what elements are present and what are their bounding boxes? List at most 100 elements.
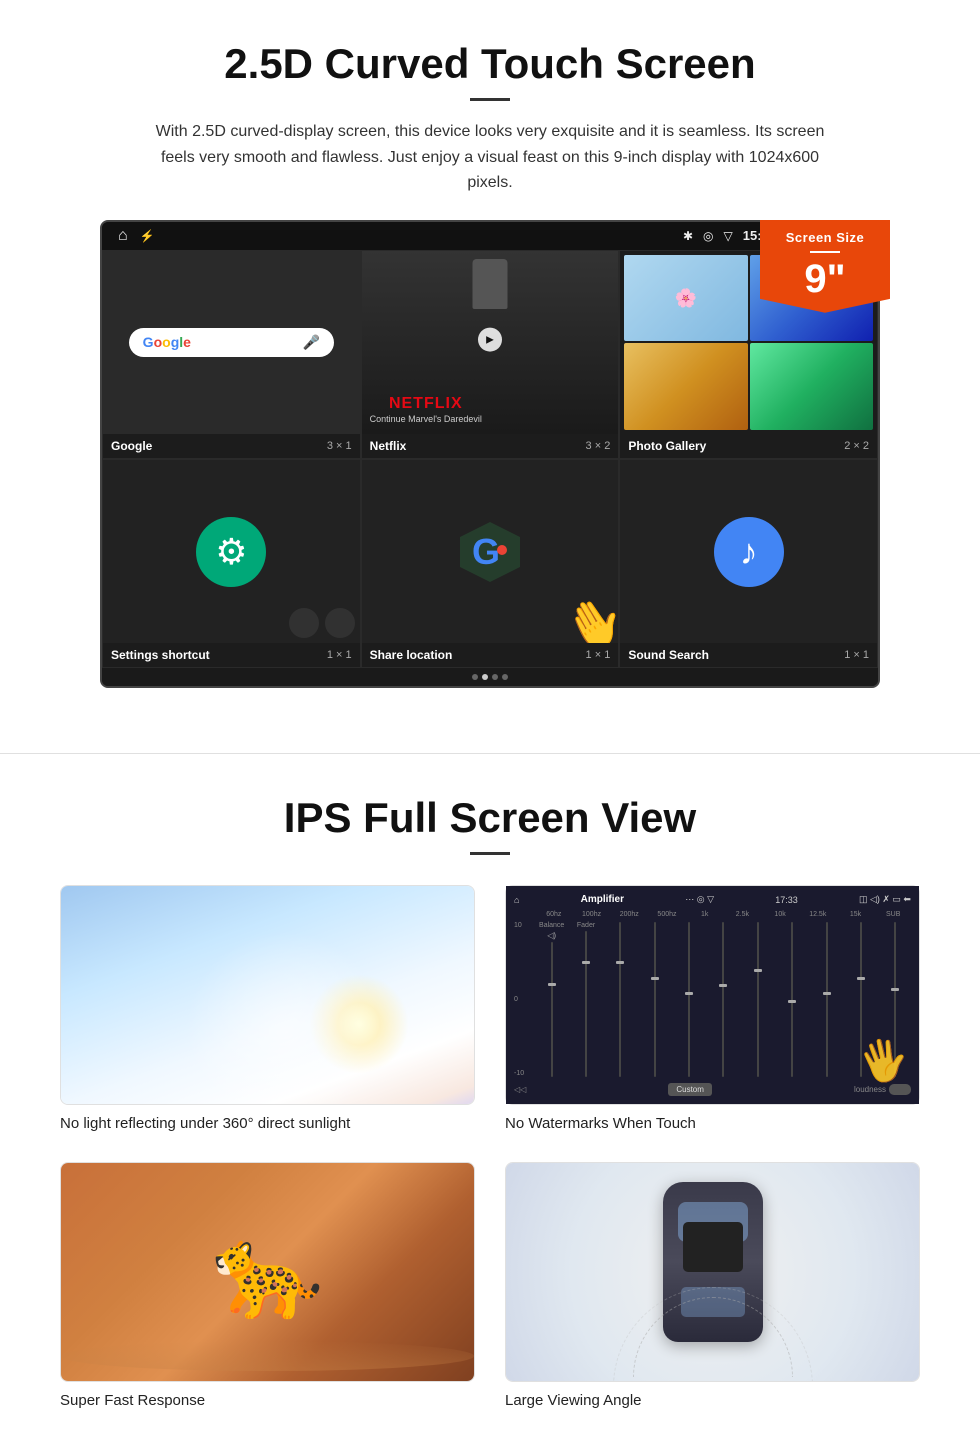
amp-loudness: loudness (854, 1084, 911, 1095)
share-cell-inner: G 🤚 (362, 460, 619, 643)
sound-app-size: 1 × 1 (844, 649, 869, 661)
app-cell-settings[interactable]: ⚙ Settings shortcut 1 × 1 (102, 459, 361, 668)
cheetah-image: 🐆 (61, 1163, 474, 1381)
music-note-icon: ♪ (740, 531, 758, 573)
home-icon[interactable]: ⌂ (118, 227, 128, 245)
car-image (506, 1163, 919, 1381)
amp-custom-btn[interactable]: Custom (668, 1083, 712, 1096)
dust-cloud (61, 1341, 474, 1371)
mic-icon: 🎤 (303, 334, 320, 351)
sound-label-row: Sound Search 1 × 1 (620, 643, 877, 667)
section-curved-screen: 2.5D Curved Touch Screen With 2.5D curve… (0, 0, 980, 723)
hand-icon: 🤚 (553, 585, 618, 643)
badge-divider (810, 251, 840, 253)
netflix-logo: NETFLIX (370, 395, 482, 413)
settings-label-row: Settings shortcut 1 × 1 (103, 643, 360, 667)
amp-fader-col: Fader (570, 922, 601, 1077)
app-cell-netflix[interactable]: ▶ NETFLIX Continue Marvel's Daredevil Ne… (361, 250, 620, 459)
sunlight-image-box (60, 885, 475, 1105)
amplifier-screen: ⌂ Amplifier ⋯ ◎ ▽ 17:33 ◫ ◁) ✗ ▭ ⬅ 60hz … (506, 886, 919, 1104)
app-cell-sound-search[interactable]: ♪ Sound Search 1 × 1 (619, 459, 878, 668)
cheetah-figure: 🐆 (211, 1220, 323, 1325)
app-cell-share-location[interactable]: G 🤚 Share location 1 × 1 (361, 459, 620, 668)
netflix-hero-bg: ▶ NETFLIX Continue Marvel's Daredevil (362, 251, 619, 434)
share-app-size: 1 × 1 (586, 649, 611, 661)
gear-icon: ⚙ (215, 531, 247, 573)
sound-cell-inner: ♪ (620, 460, 877, 643)
watermark-image-box: ⌂ Amplifier ⋯ ◎ ▽ 17:33 ◫ ◁) ✗ ▭ ⬅ 60hz … (505, 885, 920, 1105)
scroll-indicator (102, 668, 878, 686)
google-cell-bg: Google 🎤 (103, 251, 360, 434)
fast-image-box: 🐆 (60, 1162, 475, 1382)
gallery-thumb-1: 🌸 (624, 255, 747, 342)
netflix-subtitle: Continue Marvel's Daredevil (370, 414, 482, 424)
flower-icon: 🌸 (675, 288, 697, 309)
play-button[interactable]: ▶ (478, 328, 502, 352)
sound-app-name: Sound Search (628, 648, 709, 662)
amp-right-icons: ◫ ◁) ✗ ▭ ⬅ (859, 894, 911, 905)
section-ips: IPS Full Screen View No light reflecting… (0, 784, 980, 1449)
sunlight-caption: No light reflecting under 360° direct su… (60, 1115, 475, 1132)
google-maps-svg: G (460, 522, 520, 582)
settings-icon: ⚙ (196, 517, 266, 587)
settings-app-size: 1 × 1 (327, 649, 352, 661)
google-logo: Google (143, 334, 191, 350)
netflix-app-name: Netflix (370, 439, 407, 453)
settings-cell-bg: ⚙ (103, 460, 360, 643)
wifi-icon: ▽ (724, 229, 733, 243)
amp-band-6 (777, 922, 808, 1077)
amp-band-7 (811, 922, 842, 1077)
share-label-row: Share location 1 × 1 (362, 643, 619, 667)
status-left: ⌂ ⚡ (118, 227, 155, 245)
feature-item-watermark: ⌂ Amplifier ⋯ ◎ ▽ 17:33 ◫ ◁) ✗ ▭ ⬅ 60hz … (505, 885, 920, 1132)
netflix-bg: ▶ NETFLIX Continue Marvel's Daredevil (362, 251, 619, 434)
netflix-cell-inner: ▶ NETFLIX Continue Marvel's Daredevil (362, 251, 619, 434)
amp-toggle[interactable] (889, 1084, 911, 1095)
gallery-app-size: 2 × 2 (844, 440, 869, 452)
fast-caption: Super Fast Response (60, 1392, 475, 1409)
sound-cell-bg: ♪ (620, 460, 877, 643)
app-cell-google[interactable]: Google 🎤 Google 3 × 1 (102, 250, 361, 459)
device-mockup: Screen Size 9" ⌂ ⚡ ✱ ◎ ▽ 15:06 ◫ ◁) ✗ (100, 220, 880, 689)
amp-status-bar: ⌂ Amplifier ⋯ ◎ ▽ 17:33 ◫ ◁) ✗ ▭ ⬅ (514, 894, 911, 905)
shadow-circle-2 (325, 608, 355, 638)
angle-caption: Large Viewing Angle (505, 1392, 920, 1409)
gallery-thumb-4 (750, 343, 873, 430)
usb-icon: ⚡ (140, 229, 155, 243)
amp-band-3 (673, 922, 704, 1077)
netflix-figure (472, 259, 507, 309)
google-app-size: 3 × 1 (327, 440, 352, 452)
shadow-icons (289, 608, 355, 638)
amp-time: 17:33 (775, 895, 798, 905)
badge-size: 9" (774, 259, 876, 299)
cheetah-icon: 🐆 (211, 1223, 323, 1323)
gallery-app-name: Photo Gallery (628, 439, 706, 453)
location-icon: ◎ (703, 229, 713, 243)
feature-grid: No light reflecting under 360° direct su… (60, 885, 920, 1409)
netflix-label-row: Netflix 3 × 2 (362, 434, 619, 458)
google-search-bar[interactable]: Google 🎤 (129, 328, 334, 357)
section1-description: With 2.5D curved-display screen, this de… (150, 119, 830, 196)
amp-bottom-row: ◁◁ Custom loudness (514, 1083, 911, 1096)
screen-size-badge: Screen Size 9" (760, 220, 890, 313)
light-flare (185, 930, 385, 1104)
car-roof (683, 1222, 743, 1272)
section2-divider (470, 852, 510, 855)
section-divider-full (0, 753, 980, 754)
dot-2 (482, 674, 488, 680)
dot-3 (492, 674, 498, 680)
settings-app-name: Settings shortcut (111, 648, 210, 662)
badge-title: Screen Size (774, 230, 876, 245)
dot-4 (502, 674, 508, 680)
amp-home-icon: ⌂ (514, 895, 519, 905)
sky-image (61, 886, 474, 1104)
feature-item-sunlight: No light reflecting under 360° direct su… (60, 885, 475, 1132)
viewing-angle-arc-2 (613, 1287, 813, 1382)
feature-item-angle: Large Viewing Angle (505, 1162, 920, 1409)
app-grid-row2: ⚙ Settings shortcut 1 × 1 (102, 459, 878, 668)
share-cell-bg: G 🤚 (362, 460, 619, 643)
amp-icons: ⋯ ◎ ▽ (685, 894, 714, 905)
google-cell-inner: Google 🎤 (103, 251, 360, 434)
netflix-label: NETFLIX Continue Marvel's Daredevil (370, 395, 482, 424)
amp-eq-sliders: 10 0 -10 Balance ◁) (514, 922, 911, 1077)
